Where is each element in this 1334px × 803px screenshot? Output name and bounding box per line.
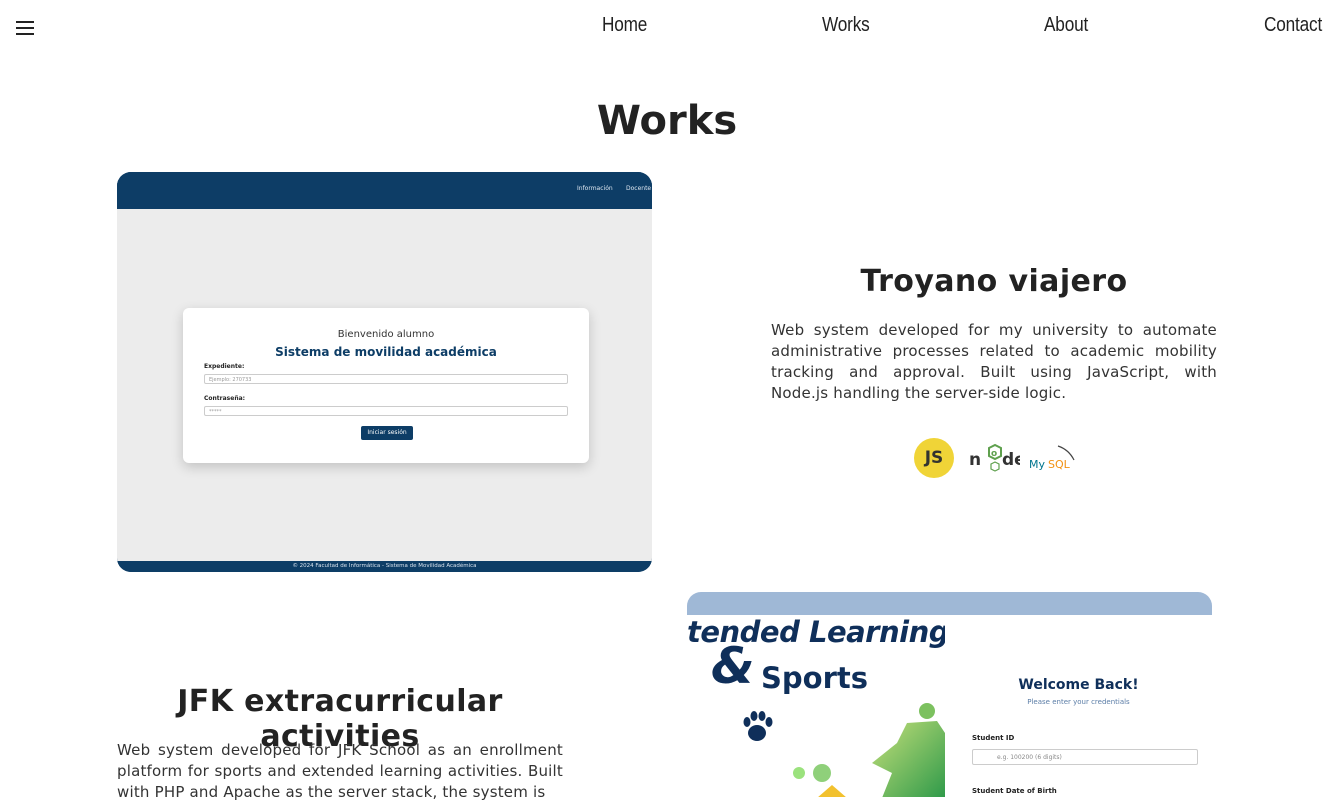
svg-text:de: de [1002, 450, 1020, 470]
screenshot-nav-link: Docente [626, 185, 652, 192]
field-label: Contraseña: [204, 395, 246, 402]
mysql-icon: My SQL [1029, 445, 1075, 471]
field-label: Student ID [972, 734, 1015, 742]
field-input: ***** [204, 406, 568, 416]
project-screenshot-troyano[interactable]: Información Docente Bienvenido alumno Si… [117, 172, 652, 572]
page-title: Works [596, 98, 738, 144]
screenshot-footer: © 2024 Facultad de Informática - Sistema… [117, 561, 652, 572]
svg-text:SQL: SQL [1048, 458, 1071, 471]
screenshot-hero: tended Learning & Sports [687, 615, 949, 797]
field-input: Ejemplo: 270733 [204, 374, 568, 384]
top-nav: Home Works About Contact [0, 0, 1334, 56]
javascript-icon: JS [914, 438, 954, 478]
field-label: Student Date of Birth [972, 787, 1057, 795]
nav-link-about[interactable]: About [1044, 14, 1088, 37]
login-system-title: Sistema de movilidad académica [275, 345, 497, 359]
nav-link-home[interactable]: Home [602, 14, 647, 37]
nav-link-contact[interactable]: Contact [1264, 14, 1322, 37]
screenshot-topbar [687, 592, 1212, 615]
screenshot-navbar: Información Docente [117, 172, 652, 209]
login-welcome: Bienvenido alumno [337, 329, 435, 340]
login-subtitle: Please enter your credentials [1027, 698, 1130, 706]
login-card: Bienvenido alumno Sistema de movilidad a… [183, 308, 589, 463]
project-title: Troyano viajero [860, 264, 1128, 299]
nodejs-icon: n o de [969, 443, 1020, 472]
paw-icon [743, 711, 773, 741]
screenshot-nav-link: Información [577, 185, 613, 192]
svg-text:n: n [969, 450, 981, 470]
nav-link-works[interactable]: Works [822, 14, 870, 37]
hero-ampersand: & [711, 637, 755, 695]
svg-text:o: o [991, 449, 997, 459]
project-screenshot-jfk[interactable]: tended Learning & Sports Welcome Back! P… [687, 592, 1212, 797]
screenshot-content: Bienvenido alumno Sistema de movilidad a… [117, 209, 652, 561]
svg-text:My: My [1029, 458, 1045, 471]
login-button: Iniciar sesión [361, 426, 413, 440]
hamburger-menu-icon[interactable] [14, 18, 38, 38]
field-label: Expediente: [204, 363, 245, 370]
athletes-illustration [793, 703, 945, 797]
screenshot-login: Welcome Back! Please enter your credenti… [945, 615, 1212, 797]
project-description: Web system developed for JFK School as a… [117, 741, 563, 801]
field-input: e.g. 100200 (6 digits) [972, 749, 1198, 765]
project-description: Web system developed for my university t… [771, 321, 1217, 402]
login-welcome: Welcome Back! [1018, 677, 1139, 693]
hero-text: Sports [761, 661, 868, 695]
